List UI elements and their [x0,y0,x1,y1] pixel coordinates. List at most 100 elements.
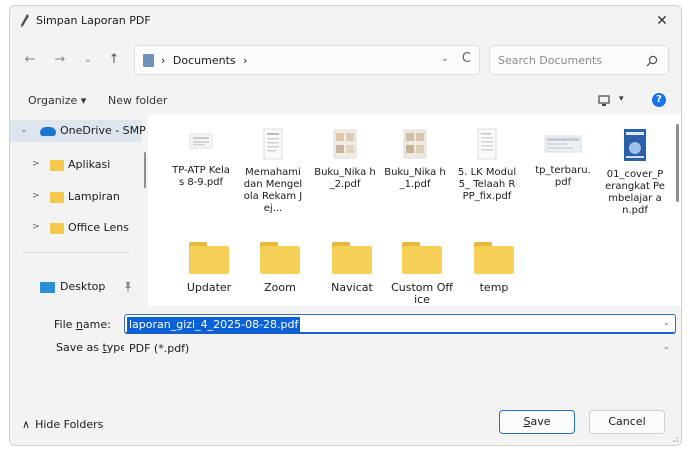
file-item[interactable]: 01_cover_P erangkat Pembelajar an.pdf [604,128,666,217]
pin-icon[interactable] [124,282,132,292]
address-dropdown-icon[interactable]: ⌄ [441,53,449,64]
sidebar-item-desktop[interactable]: Desktop [10,276,142,298]
file-name: tp_terbaru. pdf [535,165,591,188]
folder-item[interactable]: Navicat [321,242,383,294]
folder-name: Custom Office [391,281,453,306]
pdf-thumbnail-icon [263,128,283,160]
sidebar-item-lampiran[interactable]: > Lampiran [10,186,142,208]
sidebar-item-label: Desktop [60,280,106,293]
navigation-pane: ⌄ OneDrive - SMP > Aplikasi > Lampiran >… [10,116,146,306]
folder-name: Navicat [331,281,373,294]
navigation-bar: ← → ⌄ ↑ › Documents › ⌄ C Search Documen… [10,40,681,80]
folder-icon [402,242,442,274]
chevron-up-icon: ∧ [22,418,31,431]
file-item[interactable]: Buku_Nika h_2.pdf [314,128,376,191]
file-name: Memahami dan Mengelola Rekam Jej... [243,167,303,214]
sidebar-item-label: Aplikasi [68,158,111,171]
title-bar: Simpan Laporan PDF ✕ [10,6,681,36]
folder-item[interactable]: Updater [178,242,240,294]
label-part: n [75,318,83,331]
cancel-button[interactable]: Cancel [589,410,665,434]
folder-item[interactable]: temp [463,242,525,294]
resize-grip-icon[interactable] [670,434,678,442]
refresh-icon[interactable]: C [462,51,471,66]
folder-icon [474,242,514,274]
chevron-down-icon[interactable]: ⌄ [662,318,670,328]
chevron-down-icon[interactable]: ⌄ [662,342,670,352]
file-item[interactable]: 5. LK Modul 5_ Telaah RPP_fix.pdf [456,128,518,203]
view-options-icon[interactable] [598,95,610,107]
label-part: ame: [82,318,111,331]
folder-icon [189,242,229,274]
folder-item[interactable]: Zoom [249,242,311,294]
organize-menu[interactable]: Organize ▾ [28,94,86,107]
view-dropdown-icon[interactable]: ▾ [619,94,624,104]
file-name: Buku_Nika h_2.pdf [314,167,376,190]
sidebar-item-label: Office Lens [68,221,130,234]
filename-field[interactable]: laporan_gizi_4_2025-08-28.pdf ⌄ [124,314,676,334]
file-list-scrollbar[interactable] [676,124,679,202]
file-item[interactable]: TP-ATP Kelas 8-9.pdf [170,128,232,189]
hide-folders-button[interactable]: ∧ Hide Folders [22,418,103,431]
chevron-down-icon[interactable]: ⌄ [20,125,28,135]
label-part: File [54,318,76,331]
file-item[interactable]: Buku_Nika h_1.pdf [384,128,446,191]
folder-icon [50,160,64,171]
recent-locations-icon[interactable]: ⌄ [78,50,98,70]
sidebar-item-office-lens[interactable]: > Office Lens [10,217,142,239]
file-item[interactable]: Memahami dan Mengelola Rekam Jej... [242,128,304,215]
folder-name: temp [479,281,509,294]
pdf-thumbnail-icon [333,129,357,159]
filename-value[interactable]: laporan_gizi_4_2025-08-28.pdf [127,317,301,332]
documents-icon [143,54,154,67]
sidebar-item-label: Lampiran [68,190,120,203]
pdf-thumbnail-icon [403,129,427,159]
chevron-right-icon[interactable]: > [32,191,40,201]
window-title: Simpan Laporan PDF [36,14,151,27]
folder-item[interactable]: Custom Office [391,242,453,306]
cloud-icon [40,127,56,136]
save-button[interactable]: Save [499,410,575,434]
file-list: TP-ATP Kelas 8-9.pdf Memahami dan Mengel… [148,114,681,306]
filename-label: File name: [54,318,111,331]
pdf-thumbnail-icon [544,135,582,153]
search-input[interactable]: Search Documents [489,45,669,75]
forward-icon[interactable]: → [50,50,70,70]
save-form: File name: laporan_gizi_4_2025-08-28.pdf… [10,306,681,445]
command-bar: Organize ▾ New folder ▾ ? [10,88,681,114]
file-name: Buku_Nika h_1.pdf [384,167,446,190]
up-icon[interactable]: ↑ [104,50,124,70]
desktop-icon [40,282,55,293]
navigation-divider [22,252,130,253]
pdf-thumbnail-icon [189,133,213,149]
breadcrumb: › Documents › [161,54,248,67]
sidebar-item-label: OneDrive - SMP [60,124,146,137]
save-dialog: Simpan Laporan PDF ✕ ← → ⌄ ↑ › Documents… [9,5,682,446]
folder-icon [260,242,300,274]
pdf-thumbnail-icon [477,128,497,160]
label-part: Save as [56,341,103,354]
help-icon[interactable]: ? [652,93,666,107]
pen-icon [21,14,29,27]
breadcrumb-documents[interactable]: Documents [173,54,236,67]
file-name: 01_cover_P erangkat Pembelajar an.pdf [605,169,665,216]
navigation-scrollbar[interactable] [144,152,146,188]
back-icon[interactable]: ← [20,50,40,70]
save-label: ave [530,415,551,428]
folder-icon [50,223,64,234]
savetype-select[interactable]: PDF (*.pdf) ⌄ [124,338,676,358]
file-item[interactable]: tp_terbaru. pdf [532,128,594,189]
sidebar-item-onedrive[interactable]: ⌄ OneDrive - SMP [10,120,146,142]
savetype-label: Save as type: [56,341,131,354]
close-button[interactable]: ✕ [649,10,675,32]
breadcrumb-separator[interactable]: › [243,54,247,67]
sidebar-item-aplikasi[interactable]: > Aplikasi [10,154,142,176]
savetype-value: PDF (*.pdf) [129,342,190,355]
chevron-right-icon[interactable]: > [32,159,40,169]
pdf-thumbnail-icon [624,129,646,161]
folder-name: Zoom [264,281,296,294]
search-icon[interactable] [646,55,658,67]
chevron-right-icon[interactable]: > [32,222,40,232]
new-folder-button[interactable]: New folder [108,94,167,107]
address-bar[interactable]: › Documents › ⌄ C [134,45,480,75]
